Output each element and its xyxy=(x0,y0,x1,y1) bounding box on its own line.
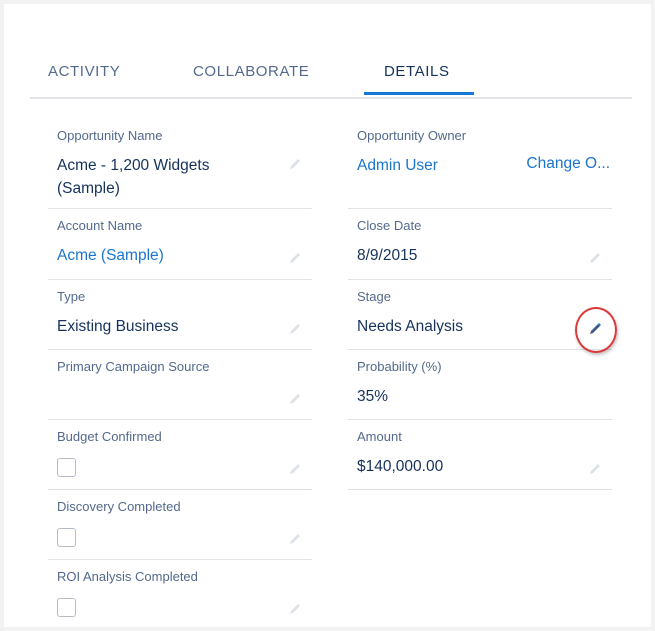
field-label: Type xyxy=(57,289,86,304)
field-label: Probability (%) xyxy=(357,359,442,374)
pencil-icon[interactable] xyxy=(288,392,302,406)
tab-bar: ACTIVITY COLLABORATE DETAILS xyxy=(30,4,632,99)
field-probability: Probability (%) 35% xyxy=(348,350,612,420)
pencil-icon[interactable] xyxy=(288,462,302,476)
active-tab-indicator xyxy=(364,92,474,95)
roi-analysis-completed-checkbox[interactable] xyxy=(57,598,76,617)
pencil-icon[interactable] xyxy=(288,322,302,336)
tab-details[interactable]: DETAILS xyxy=(384,63,450,80)
account-name-link[interactable]: Acme (Sample) xyxy=(57,244,257,267)
field-label: Close Date xyxy=(357,218,422,233)
field-type: Type Existing Business xyxy=(48,280,312,350)
field-value: Acme - 1,200 Widgets (Sample) xyxy=(57,157,210,197)
field-label: Opportunity Name xyxy=(57,128,163,143)
field-label: Primary Campaign Source xyxy=(57,359,210,374)
discovery-completed-checkbox[interactable] xyxy=(57,528,76,547)
pencil-icon[interactable] xyxy=(288,602,302,616)
field-value: $140,000.00 xyxy=(357,458,444,475)
field-value: 8/9/2015 xyxy=(357,247,418,264)
field-close-date: Close Date 8/9/2015 xyxy=(348,209,612,280)
field-stage: Stage Needs Analysis xyxy=(348,280,612,350)
field-account-name: Account Name Acme (Sample) xyxy=(48,209,312,280)
pencil-icon[interactable] xyxy=(588,322,602,336)
field-primary-campaign-source: Primary Campaign Source xyxy=(48,350,312,420)
field-roi-analysis-completed: ROI Analysis Completed xyxy=(48,560,312,629)
field-label: Opportunity Owner xyxy=(357,128,467,143)
field-value: Needs Analysis xyxy=(357,318,463,335)
field-label: Discovery Completed xyxy=(57,499,181,514)
field-amount: Amount $140,000.00 xyxy=(348,420,612,490)
field-label: Stage xyxy=(357,289,391,304)
tab-collaborate[interactable]: COLLABORATE xyxy=(193,63,309,80)
field-value: Existing Business xyxy=(57,318,179,335)
change-owner-link[interactable]: Change O... xyxy=(526,155,610,173)
pencil-icon[interactable] xyxy=(588,251,602,265)
field-label: ROI Analysis Completed xyxy=(57,569,198,584)
pencil-icon[interactable] xyxy=(588,462,602,476)
field-label: Budget Confirmed xyxy=(57,429,162,444)
field-opportunity-name: Opportunity Name Acme - 1,200 Widgets (S… xyxy=(48,119,312,209)
tab-activity[interactable]: ACTIVITY xyxy=(48,63,120,80)
field-label: Account Name xyxy=(57,218,143,233)
field-discovery-completed: Discovery Completed xyxy=(48,490,312,560)
pencil-icon[interactable] xyxy=(288,157,302,171)
pencil-icon[interactable] xyxy=(288,532,302,546)
field-opportunity-owner: Opportunity Owner Admin User Change O... xyxy=(348,119,612,209)
field-label: Amount xyxy=(357,429,402,444)
field-budget-confirmed: Budget Confirmed xyxy=(48,420,312,490)
budget-confirmed-checkbox[interactable] xyxy=(57,458,76,477)
opportunity-details-card: ACTIVITY COLLABORATE DETAILS Opportunity… xyxy=(4,4,651,627)
pencil-icon[interactable] xyxy=(288,251,302,265)
field-value: 35% xyxy=(357,388,389,405)
